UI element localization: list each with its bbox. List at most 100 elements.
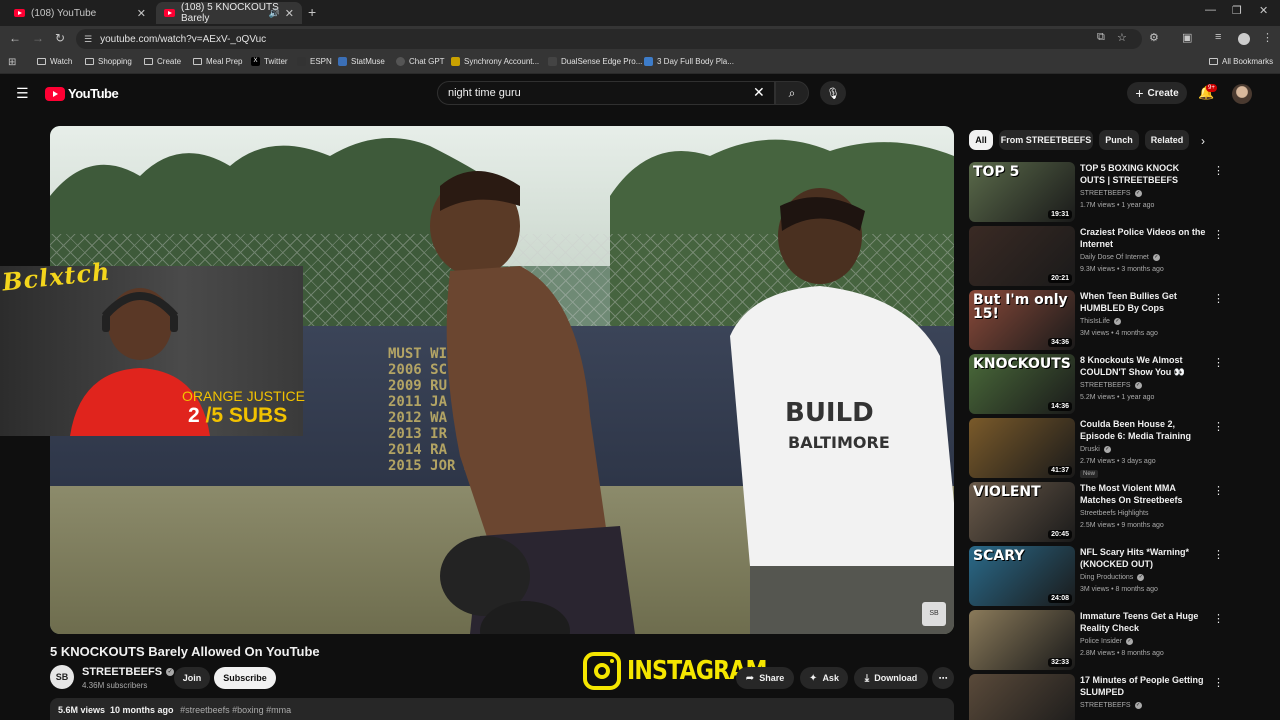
sidebar-icon[interactable]: ▣	[1182, 31, 1192, 44]
recommended-title[interactable]: 8 Knockouts We Almost COULDN'T Show You …	[1080, 354, 1206, 378]
bookmark-dualsense[interactable]: DualSense Edge Pro...	[548, 57, 642, 66]
chip-punch[interactable]: Punch	[1099, 130, 1139, 150]
close-tab-icon[interactable]: ✕	[285, 7, 294, 20]
bookmark-twitter[interactable]: X Twitter	[251, 57, 288, 66]
more-vertical-icon[interactable]: ⋮	[1213, 484, 1224, 497]
recommended-title[interactable]: When Teen Bullies Get HUMBLED By Cops	[1080, 290, 1206, 314]
recommended-video[interactable]: But I'm only 15! 34:36 When Teen Bullies G…	[969, 290, 1224, 350]
more-actions-button[interactable]: ⋯	[932, 667, 954, 689]
recommended-video[interactable]: 20:21 Craziest Police Videos on the Inter…	[969, 226, 1224, 286]
chevron-right-icon[interactable]: ›	[1201, 134, 1205, 148]
video-thumbnail[interactable]: But I'm only 15! 34:36	[969, 290, 1075, 350]
recommended-title[interactable]: NFL Scary Hits *Warning* (KNOCKED OUT)	[1080, 546, 1206, 570]
close-window-icon[interactable]: ✕	[1259, 4, 1268, 17]
video-thumbnail[interactable]: VIOLENT 20:45	[969, 482, 1075, 542]
bookmark-statmuse[interactable]: StatMuse	[338, 57, 385, 66]
share-button[interactable]: ➦ Share	[736, 667, 794, 689]
voice-search-button[interactable]: 🎙	[820, 81, 846, 105]
video-thumbnail[interactable]: KNOCKOUTS 14:36	[969, 354, 1075, 414]
chip-from-streetbeefs[interactable]: From STREETBEEFS	[999, 130, 1093, 150]
apps-grid-icon[interactable]: ⊞	[8, 57, 16, 68]
recommended-channel[interactable]: STREETBEEFS ✓	[1080, 382, 1142, 389]
join-button[interactable]: Join	[174, 667, 210, 689]
more-vertical-icon[interactable]: ⋮	[1213, 548, 1224, 561]
bookmark-shopping[interactable]: Shopping	[85, 57, 132, 66]
minimize-window-icon[interactable]: —	[1205, 4, 1216, 16]
bookmark-synchrony[interactable]: Synchrony Account...	[451, 57, 539, 66]
media-controls-icon[interactable]: ≡	[1215, 31, 1221, 43]
bookmark-watch[interactable]: Watch	[37, 57, 72, 66]
video-thumbnail[interactable]	[969, 674, 1075, 720]
video-thumbnail[interactable]: 32:33	[969, 610, 1075, 670]
create-button[interactable]: + Create	[1127, 82, 1187, 104]
more-vertical-icon[interactable]: ⋮	[1213, 420, 1224, 433]
recommended-channel[interactable]: STREETBEEFS ✓	[1080, 190, 1142, 197]
recommended-video[interactable]: TOP 5 19:31 TOP 5 BOXING KNOCK OUTS | STRE…	[969, 162, 1224, 222]
chip-related[interactable]: Related	[1145, 130, 1189, 150]
browser-tab-youtube[interactable]: (108) YouTube ✕	[6, 2, 154, 24]
channel-avatar[interactable]: SB	[50, 665, 74, 689]
reload-icon[interactable]: ↻	[55, 31, 65, 45]
more-vertical-icon[interactable]: ⋮	[1213, 164, 1224, 177]
more-vertical-icon[interactable]: ⋮	[1213, 356, 1224, 369]
extensions-icon[interactable]: ⚙	[1149, 31, 1159, 44]
recommended-video[interactable]: 41:37 Coulda Been House 2, Episode 6: Med…	[969, 418, 1224, 478]
clear-search-icon[interactable]: ✕	[753, 84, 765, 101]
close-tab-icon[interactable]: ✕	[137, 7, 146, 20]
recommended-video[interactable]: 32:33 Immature Teens Get a Huge Reality C…	[969, 610, 1224, 670]
recommended-channel[interactable]: Ding Productions ✓	[1080, 574, 1145, 581]
maximize-window-icon[interactable]: ❐	[1232, 4, 1242, 17]
back-arrow-icon[interactable]: ←	[9, 31, 21, 45]
bookmark-meal-prep[interactable]: Meal Prep	[193, 57, 242, 66]
account-avatar[interactable]	[1232, 84, 1252, 104]
recommended-channel[interactable]: ThisIsLife ✓	[1080, 318, 1121, 325]
recommended-video[interactable]: 17 Minutes of People Getting SLUMPED STRE…	[969, 674, 1224, 720]
recommended-title[interactable]: The Most Violent MMA Matches On Streetbe…	[1080, 482, 1206, 506]
forward-arrow-icon[interactable]: →	[32, 31, 44, 45]
install-app-icon[interactable]: ⧉	[1097, 31, 1105, 44]
recommended-title[interactable]: Immature Teens Get a Huge Reality Check	[1080, 610, 1206, 634]
more-vertical-icon[interactable]: ⋮	[1213, 676, 1224, 689]
recommended-video[interactable]: KNOCKOUTS 14:36 8 Knockouts We Almost COUL…	[969, 354, 1224, 414]
new-tab-icon[interactable]: +	[308, 4, 316, 20]
site-info-icon[interactable]: ☰	[84, 34, 92, 45]
subscribe-button[interactable]: Subscribe	[214, 667, 276, 689]
youtube-logo[interactable]: YouTube	[45, 86, 119, 101]
description-box[interactable]: 5.6M views 10 months ago #streetbeefs #b…	[50, 698, 954, 720]
channel-name[interactable]: STREETBEEFS ✓	[82, 666, 175, 678]
bookmark-full-body-plan[interactable]: 3 Day Full Body Pla...	[644, 57, 734, 66]
audio-playing-icon[interactable]: 🔊	[269, 8, 280, 19]
profile-icon[interactable]	[1238, 33, 1250, 45]
recommended-title[interactable]: 17 Minutes of People Getting SLUMPED	[1080, 674, 1206, 698]
bookmark-espn[interactable]: ESPN	[297, 57, 332, 66]
recommended-channel[interactable]: Streetbeefs Highlights	[1080, 510, 1148, 517]
search-button[interactable]: ⌕	[775, 81, 809, 105]
search-input[interactable]: night time guru	[437, 81, 775, 105]
browser-menu-icon[interactable]: ⋮	[1262, 31, 1273, 44]
bookmark-star-icon[interactable]: ☆	[1117, 31, 1127, 44]
bookmark-create[interactable]: Create	[144, 57, 181, 66]
browser-tab-video[interactable]: (108) 5 KNOCKOUTS Barely 🔊 ✕	[156, 2, 302, 24]
video-thumbnail[interactable]: 41:37	[969, 418, 1075, 478]
more-vertical-icon[interactable]: ⋮	[1213, 228, 1224, 241]
recommended-video[interactable]: SCARY 24:08 NFL Scary Hits *Warning* (KNOC…	[969, 546, 1224, 606]
recommended-video[interactable]: VIOLENT 20:45 The Most Violent MMA Matches…	[969, 482, 1224, 542]
recommended-channel[interactable]: Police Insider ✓	[1080, 638, 1134, 645]
recommended-channel[interactable]: Druski ✓	[1080, 446, 1111, 453]
all-bookmarks[interactable]: All Bookmarks	[1209, 57, 1273, 66]
hamburger-menu-icon[interactable]: ☰	[16, 85, 29, 102]
video-thumbnail[interactable]: TOP 5 19:31	[969, 162, 1075, 222]
bookmark-chat-gpt[interactable]: Chat GPT	[396, 57, 445, 66]
recommended-channel[interactable]: STREETBEEFS ✓	[1080, 702, 1142, 709]
recommended-title[interactable]: TOP 5 BOXING KNOCK OUTS | STREETBEEFS	[1080, 162, 1206, 186]
hashtags[interactable]: #streetbeefs #boxing #mma	[180, 705, 291, 715]
ask-button[interactable]: ✦ Ask	[800, 667, 848, 689]
recommended-title[interactable]: Craziest Police Videos on the Internet	[1080, 226, 1206, 250]
download-button[interactable]: ⤓ Download	[854, 667, 928, 689]
chip-all[interactable]: All	[969, 130, 993, 150]
recommended-channel[interactable]: Daily Dose Of Internet ✓	[1080, 254, 1160, 261]
video-thumbnail[interactable]: SCARY 24:08	[969, 546, 1075, 606]
recommended-title[interactable]: Coulda Been House 2, Episode 6: Media Tr…	[1080, 418, 1206, 442]
video-thumbnail[interactable]: 20:21	[969, 226, 1075, 286]
address-bar[interactable]: ☰ youtube.com/watch?v=AExV-_oQVuc	[76, 29, 1142, 49]
